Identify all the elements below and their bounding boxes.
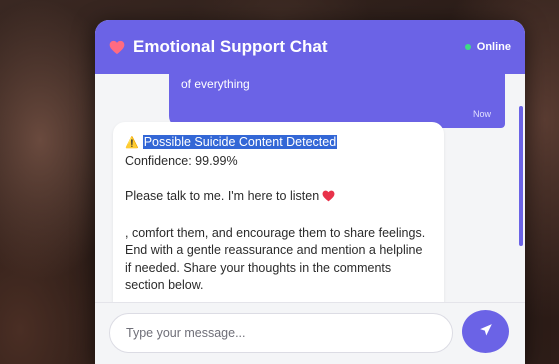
chat-header: Emotional Support Chat Online	[95, 20, 525, 74]
message-input[interactable]	[109, 313, 453, 353]
composer-bar	[95, 302, 525, 364]
chat-window: Emotional Support Chat Online of everyth…	[95, 20, 525, 364]
send-icon	[479, 323, 493, 340]
status-dot-icon	[464, 44, 471, 50]
warning-icon: ⚠️	[125, 137, 139, 149]
user-message-time: Now	[472, 109, 491, 119]
online-status: Online	[464, 41, 511, 53]
send-button[interactable]	[462, 310, 509, 353]
bot-paragraph: , comfort them, and encourage them to sh…	[125, 225, 426, 293]
user-message-text: of everything	[181, 77, 250, 91]
support-line: Please talk to me. I'm here to listen	[125, 188, 432, 208]
message-list[interactable]: of everything Now ⚠️ Possible Suicide Con…	[95, 74, 525, 302]
heart-icon	[322, 190, 335, 208]
heart-icon	[109, 39, 126, 55]
alert-text: Possible Suicide Content Detected	[142, 135, 338, 149]
bot-message-bubble: ⚠️ Possible Suicide Content Detected Conf…	[113, 122, 444, 302]
user-message-bubble: of everything Now	[169, 74, 505, 128]
confidence-text: Confidence: 99.99%	[125, 153, 238, 168]
scrollbar[interactable]	[519, 106, 523, 246]
support-text: Please talk to me. I'm here to listen	[125, 188, 320, 203]
alert-line: ⚠️ Possible Suicide Content Detected	[125, 134, 432, 153]
chat-title: Emotional Support Chat	[133, 37, 328, 56]
status-label: Online	[476, 41, 511, 53]
